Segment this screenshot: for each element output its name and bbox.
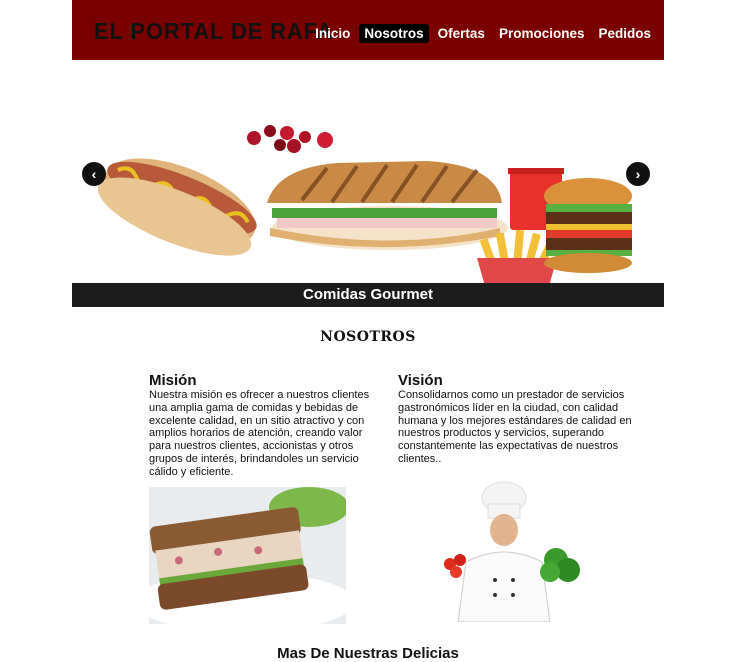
section-title: NOSOTROS xyxy=(320,329,416,345)
chef-image xyxy=(440,480,590,622)
slider-caption: Comidas Gourmet xyxy=(72,283,664,307)
food-banner-image xyxy=(97,125,632,286)
chevron-left-icon: ‹ xyxy=(91,166,97,182)
mision-text: Nuestra misión es ofrecer a nuestros cli… xyxy=(149,389,370,478)
slider-prev-button[interactable]: ‹ xyxy=(82,162,106,186)
mision-block: Misión Nuestra misión es ofrecer a nuest… xyxy=(149,372,381,479)
sandwich-image xyxy=(149,487,346,624)
delicias-title: Mas De Nuestras Delicias xyxy=(277,645,459,662)
vision-block: Visión Consolidarnos como un prestador d… xyxy=(398,372,634,466)
vision-title: Visión xyxy=(398,372,443,389)
site-logo[interactable]: EL PORTAL DE RAFA xyxy=(94,18,334,45)
nav-ofertas[interactable]: Ofertas xyxy=(433,24,490,43)
nav-promociones[interactable]: Promociones xyxy=(494,24,590,43)
vision-text: Consolidarnos como un prestador de servi… xyxy=(398,389,632,465)
chevron-right-icon: › xyxy=(635,166,641,182)
main-nav: Inicio Nosotros Ofertas Promociones Pedi… xyxy=(310,24,656,43)
slider-next-button[interactable]: › xyxy=(626,162,650,186)
image-slider: ‹ › Comidas Gourmet xyxy=(72,118,664,307)
nav-nosotros[interactable]: Nosotros xyxy=(359,24,429,43)
nav-inicio[interactable]: Inicio xyxy=(310,24,355,43)
nav-pedidos[interactable]: Pedidos xyxy=(593,24,656,43)
mision-title: Misión xyxy=(149,372,197,389)
site-header: EL PORTAL DE RAFA Inicio Nosotros Oferta… xyxy=(72,0,664,60)
